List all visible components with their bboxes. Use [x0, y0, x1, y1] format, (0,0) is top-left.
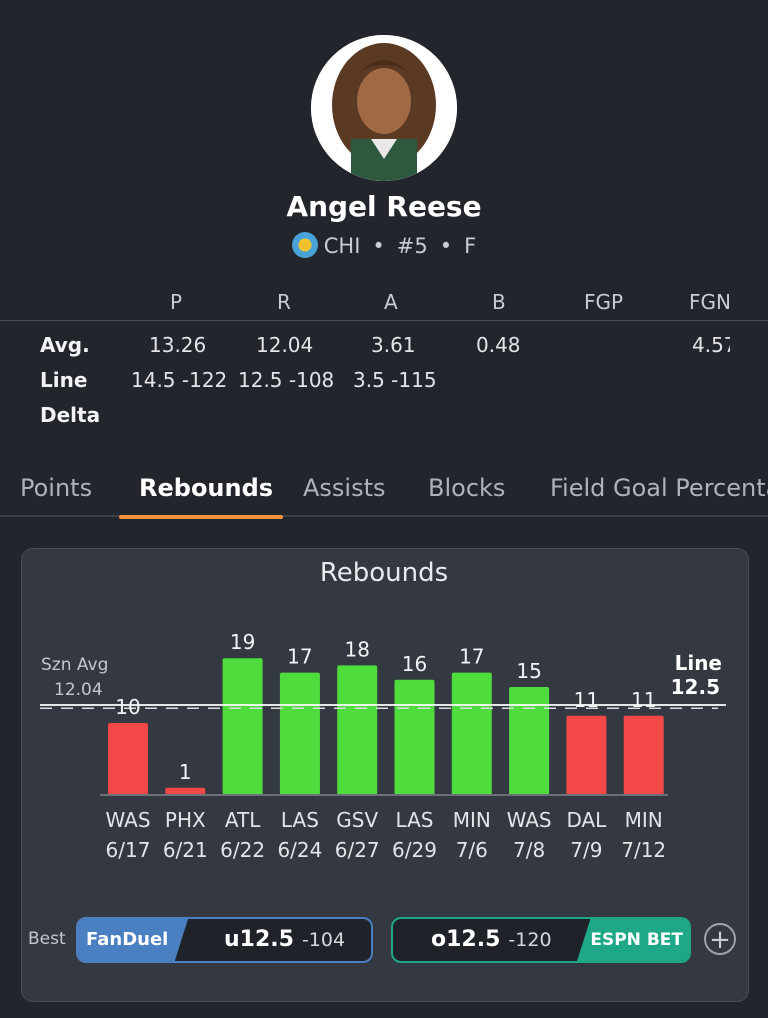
x-tick-date: 6/22: [220, 838, 265, 862]
separator: •: [372, 234, 385, 258]
over-bet-button[interactable]: o12.5 -120 ESPN BET: [391, 917, 691, 963]
season-avg-label: Szn Avg: [41, 655, 108, 675]
under-odds: -104: [301, 929, 346, 951]
chart-bar: [509, 687, 550, 795]
stat-tabs: Points Rebounds Assists Blocks Field Goa…: [0, 474, 768, 520]
avg-fgn: 4.57: [692, 333, 730, 357]
x-tick-opponent: WAS: [507, 808, 552, 832]
x-tick-opponent: DAL: [566, 808, 607, 832]
line-points: 14.5 -122: [131, 368, 228, 392]
season-avg-value: 12.04: [54, 680, 103, 700]
stat-column-header: B: [492, 290, 506, 314]
bar-value-label: 10: [115, 695, 140, 719]
x-tick-date: 6/21: [163, 838, 208, 862]
bar-value-label: 11: [631, 688, 656, 712]
tabs-divider: [0, 515, 768, 517]
bar-value-label: 19: [230, 630, 255, 654]
add-bet-icon[interactable]: +: [704, 923, 736, 955]
over-odds: -120: [508, 929, 552, 951]
chart-bar: [337, 665, 378, 795]
rebounds-chart: 10 1 19 17 18 16 17 15 11 11 WAS 6/17 PHX 6/21 ATL 6/22…: [40, 630, 726, 862]
team-logo-icon: [291, 232, 318, 258]
line-assists: 3.5 -115: [353, 368, 437, 392]
chart-bar: [451, 672, 492, 795]
x-tick-date: 6/27: [335, 838, 380, 862]
x-tick-date: 6/29: [392, 838, 437, 862]
bar-value-label: 16: [402, 652, 427, 676]
chart-bar: [566, 715, 607, 795]
x-tick-date: 7/6: [456, 838, 488, 862]
over-line: o12.5: [431, 927, 501, 952]
avg-rebounds: 12.04: [256, 333, 314, 357]
chart-bar: [165, 787, 206, 795]
under-bet-button[interactable]: FanDuel u12.5 -104: [76, 917, 373, 963]
player-name: Angel Reese: [286, 190, 482, 223]
chart-title: Rebounds: [319, 558, 449, 588]
avg-blocks: 0.48: [476, 333, 521, 357]
tab-assists[interactable]: Assists: [303, 474, 386, 502]
x-tick-date: 7/8: [513, 838, 545, 862]
bar-value-label: 17: [287, 645, 312, 669]
x-tick-opponent: LAS: [396, 808, 434, 832]
avg-assists: 3.61: [371, 333, 416, 357]
stat-column-header: A: [384, 290, 398, 314]
player-position: F: [464, 234, 477, 258]
line-value: 12.5: [671, 675, 720, 699]
stat-column-header: P: [170, 290, 183, 314]
player-number: #5: [396, 234, 428, 258]
table-divider: [0, 320, 768, 321]
tab-blocks[interactable]: Blocks: [428, 474, 505, 502]
tab-field-goal-percentage[interactable]: Field Goal Percentage: [550, 474, 768, 502]
tab-points[interactable]: Points: [20, 474, 92, 502]
x-tick-date: 7/9: [570, 838, 602, 862]
bar-value-label: 15: [516, 659, 541, 683]
under-line: u12.5: [224, 927, 294, 952]
chart-bar: [279, 672, 320, 795]
tab-rebounds[interactable]: Rebounds: [139, 474, 273, 502]
avg-points: 13.26: [149, 333, 207, 357]
x-tick-opponent: GSV: [336, 808, 378, 832]
player-meta: CHI • #5 • F: [0, 232, 768, 258]
chart-bar: [108, 723, 148, 795]
separator: •: [439, 234, 453, 258]
x-tick-date: 7/12: [621, 838, 666, 862]
bar-value-label: 1: [179, 760, 192, 784]
x-tick-opponent: ATL: [225, 808, 261, 832]
x-tick-opponent: PHX: [165, 808, 206, 832]
stat-column-header: R: [277, 290, 291, 314]
active-tab-indicator: [119, 515, 283, 519]
bar-value-label: 18: [344, 637, 369, 661]
x-tick-date: 6/24: [277, 838, 322, 862]
row-label-line: Line: [40, 368, 88, 392]
best-label: Best: [28, 929, 66, 949]
stat-column-header: FGN: [689, 290, 730, 314]
espnbet-book-label: ESPN BET: [577, 919, 689, 961]
x-tick-opponent: MIN: [625, 808, 663, 832]
x-tick-opponent: WAS: [105, 808, 150, 832]
bar-value-label: 11: [574, 688, 599, 712]
line-label: Line: [675, 651, 722, 675]
x-tick-opponent: MIN: [453, 808, 491, 832]
chart-bar: [222, 658, 263, 795]
x-tick-opponent: LAS: [281, 808, 319, 832]
bar-value-label: 17: [459, 645, 484, 669]
row-label-delta: Delta: [40, 403, 101, 427]
fanduel-book-label: FanDuel: [78, 919, 188, 961]
chart-bar: [623, 715, 664, 795]
x-tick-date: 6/17: [106, 838, 151, 862]
stat-column-header: FGP: [584, 290, 624, 314]
chart-bar: [394, 679, 435, 795]
line-rebounds: 12.5 -108: [238, 368, 335, 392]
player-team: CHI: [323, 234, 361, 258]
player-avatar: [311, 35, 457, 181]
row-label-avg: Avg.: [40, 333, 90, 357]
